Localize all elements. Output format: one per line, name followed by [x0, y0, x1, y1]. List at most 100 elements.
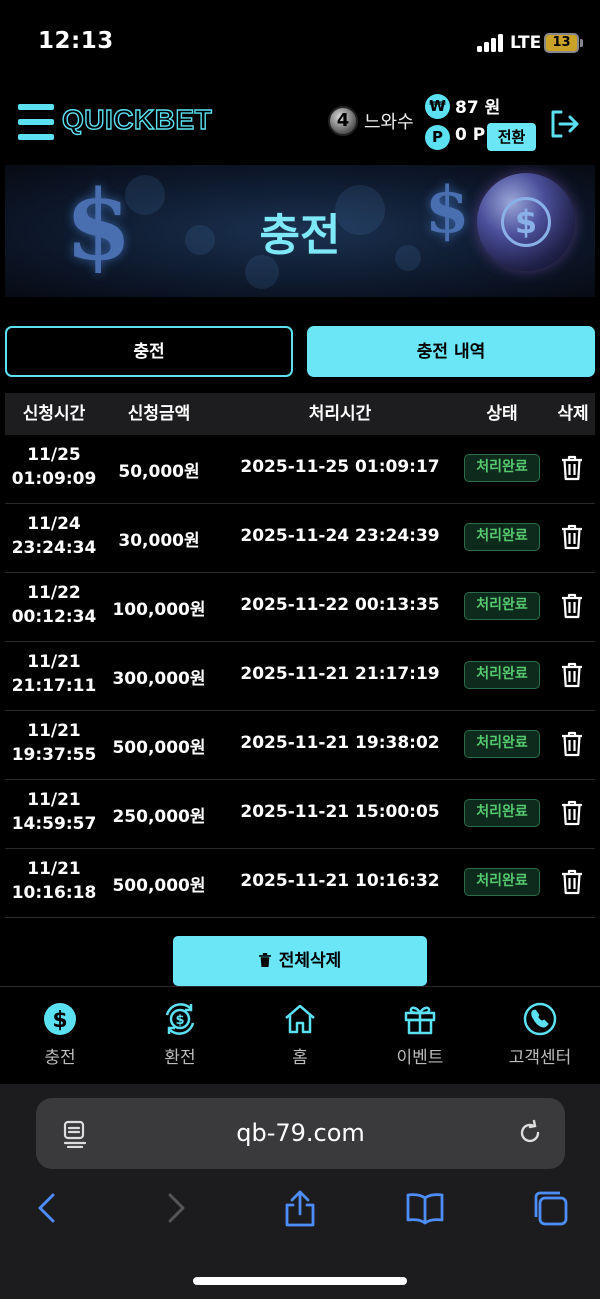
logout-icon[interactable]	[548, 108, 580, 140]
table-row: 11/24 23:24:34 30,000원 2025-11-24 23:24:…	[5, 504, 595, 573]
processed-time: 2025-11-25 01:09:17	[240, 457, 440, 477]
processed-time: 2025-11-21 10:16:32	[240, 871, 440, 891]
request-clock: 00:12:34	[11, 607, 97, 627]
tab-charge-history[interactable]: 충전 내역	[307, 326, 595, 377]
forward-icon[interactable]	[155, 1188, 195, 1228]
table-row: 11/25 01:09:09 50,000원 2025-11-25 01:09:…	[5, 435, 595, 504]
nav-event[interactable]: 이벤트	[360, 1001, 480, 1068]
page-title: 충전	[259, 210, 341, 261]
nav-label: 충전	[44, 1048, 76, 1068]
request-amount: 300,000원	[112, 669, 206, 689]
svg-text:$: $	[175, 1013, 184, 1028]
site-header: QUICKBET 4 느와수 ₩ 87 원 P 0 P 전환	[0, 88, 600, 164]
table-row: 11/21 21:17:11 300,000원 2025-11-21 21:17…	[5, 642, 595, 711]
trash-icon[interactable]	[561, 800, 583, 826]
request-amount: 250,000원	[112, 807, 206, 827]
page-banner: $ $ $ 충전	[5, 165, 595, 297]
back-icon[interactable]	[28, 1188, 68, 1228]
request-amount: 500,000원	[112, 738, 206, 758]
trash-icon[interactable]	[561, 593, 583, 619]
nav-charge[interactable]: $ 충전	[0, 1001, 120, 1068]
status-badge: 처리완료	[464, 661, 540, 689]
share-icon[interactable]	[280, 1188, 320, 1228]
status-time: 12:13	[38, 28, 114, 54]
processed-time: 2025-11-21 15:00:05	[240, 802, 440, 822]
processed-time: 2025-11-21 19:38:02	[240, 733, 440, 753]
status-badge: 처리완료	[464, 523, 540, 551]
table-row: 11/21 19:37:55 500,000원 2025-11-21 19:38…	[5, 711, 595, 780]
bookmarks-icon[interactable]	[405, 1188, 445, 1228]
gift-icon	[404, 1006, 436, 1035]
nav-customer-center[interactable]: 고객센터	[480, 1001, 600, 1068]
status-badge: 처리완료	[464, 592, 540, 620]
money-balance: 87 원	[455, 98, 501, 118]
charge-history-table: 신청시간 신청금액 처리시간 상태 삭제 11/25 01:09:09 50,0…	[5, 393, 595, 918]
nav-label: 환전	[164, 1048, 196, 1068]
network-type: LTE	[510, 33, 542, 53]
point-balance: 0 P	[455, 125, 486, 145]
request-date: 11/21	[27, 652, 81, 672]
table-row: 11/22 00:12:34 100,000원 2025-11-22 00:13…	[5, 573, 595, 642]
nav-home[interactable]: 홈	[240, 1001, 360, 1068]
level-badge: 4	[328, 106, 358, 136]
nav-exchange[interactable]: $ 환전	[120, 1001, 240, 1068]
trash-icon[interactable]	[561, 731, 583, 757]
request-date: 11/21	[27, 859, 81, 879]
header-request-amount: 신청금액	[127, 404, 191, 424]
status-badge: 처리완료	[464, 868, 540, 896]
menu-icon[interactable]	[18, 104, 54, 140]
header-status: 상태	[486, 404, 518, 424]
request-amount: 500,000원	[112, 876, 206, 896]
trash-icon	[258, 953, 271, 967]
nav-label: 고객센터	[508, 1048, 572, 1068]
nav-label: 홈	[292, 1048, 308, 1068]
svg-text:$: $	[52, 1008, 67, 1033]
request-clock: 23:24:34	[11, 538, 97, 558]
processed-time: 2025-11-22 00:13:35	[240, 595, 440, 615]
request-date: 11/21	[27, 790, 81, 810]
request-amount: 100,000원	[112, 600, 206, 620]
address-bar[interactable]: qb-79.com	[36, 1098, 565, 1169]
browser-toolbar: qb-79.com	[0, 1084, 600, 1299]
request-time: 11/25 01:09:09	[5, 443, 103, 491]
request-amount: 30,000원	[118, 531, 200, 551]
request-time: 11/24 23:24:34	[5, 512, 103, 560]
delete-all-button[interactable]: 전체삭제	[173, 936, 427, 986]
dollar-coin-icon: $	[44, 1003, 76, 1035]
header-request-time: 신청시간	[22, 404, 86, 424]
status-badge: 처리완료	[464, 730, 540, 758]
battery-level: 13	[552, 35, 571, 50]
trash-icon[interactable]	[561, 524, 583, 550]
exchange-coin-icon: $	[165, 1003, 195, 1035]
convert-button[interactable]: 전환	[487, 123, 536, 151]
request-date: 11/22	[27, 583, 81, 603]
trash-icon[interactable]	[561, 662, 583, 688]
url-text: qb-79.com	[236, 1119, 365, 1147]
request-time: 11/21 21:17:11	[5, 650, 103, 698]
request-date: 11/24	[27, 514, 81, 534]
request-clock: 21:17:11	[11, 676, 97, 696]
home-icon	[285, 1004, 315, 1034]
request-clock: 10:16:18	[11, 883, 97, 903]
status-badge: 처리완료	[464, 799, 540, 827]
nav-label: 이벤트	[396, 1048, 444, 1068]
home-indicator	[193, 1277, 407, 1285]
tabs-icon[interactable]	[530, 1188, 570, 1228]
site-logo[interactable]: QUICKBET	[61, 103, 212, 136]
request-clock: 14:59:57	[11, 814, 97, 834]
request-time: 11/21 10:16:18	[5, 857, 103, 905]
request-time: 11/21 19:37:55	[5, 719, 103, 767]
username: 느와수	[364, 112, 414, 133]
trash-icon[interactable]	[561, 455, 583, 481]
status-bar: 12:13 LTE 13	[0, 0, 600, 88]
battery-icon: 13	[544, 33, 579, 53]
signal-icon	[477, 34, 505, 52]
reload-icon[interactable]	[516, 1119, 544, 1147]
point-icon: P	[425, 125, 450, 150]
trash-icon[interactable]	[561, 869, 583, 895]
table-row: 11/21 14:59:57 250,000원 2025-11-21 15:00…	[5, 780, 595, 849]
tab-charge[interactable]: 충전	[5, 326, 293, 377]
delete-all-label: 전체삭제	[278, 951, 342, 971]
table-row: 11/21 10:16:18 500,000원 2025-11-21 10:16…	[5, 849, 595, 918]
request-clock: 19:37:55	[11, 745, 97, 765]
